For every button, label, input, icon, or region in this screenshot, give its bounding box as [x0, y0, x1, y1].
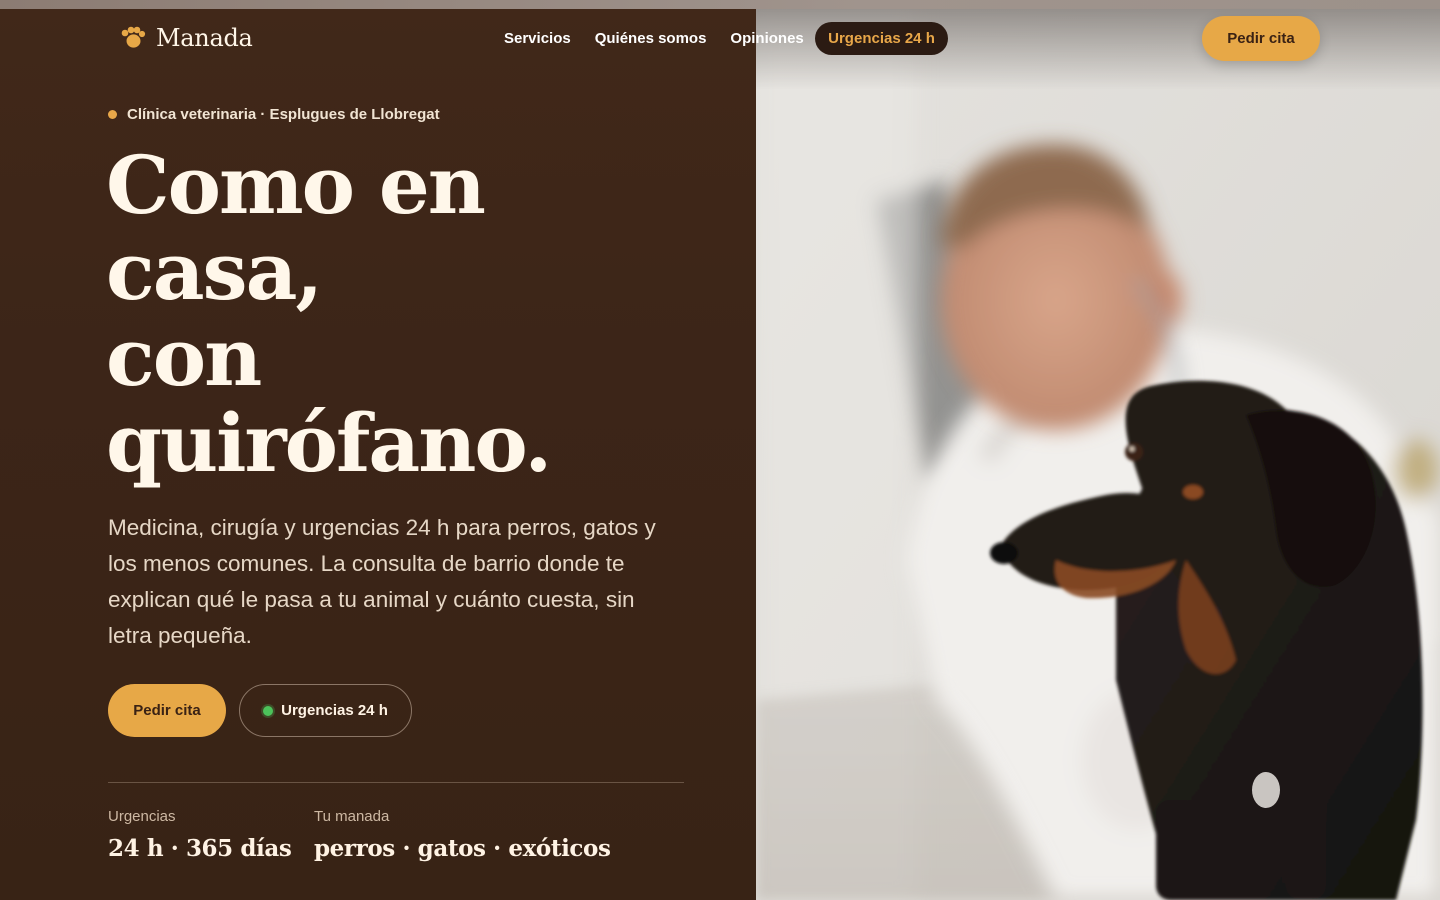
nav-link-opiniones[interactable]: Opiniones [730, 30, 803, 47]
nav-emergency-button[interactable]: Urgencias 24 h [815, 22, 948, 55]
hero-headline: Como en casa, con quirófano. [106, 142, 726, 486]
stat-tu-manada: Tu manada perros · gatos · exóticos [314, 808, 611, 862]
hero-divider [108, 782, 684, 783]
hero-eyebrow: Clínica veterinaria · Esplugues de Llobr… [108, 106, 440, 123]
stat-label: Tu manada [314, 808, 390, 825]
emergency-button-label: Urgencias 24 h [281, 702, 388, 719]
brand-logo[interactable]: Manada [120, 24, 253, 52]
browser-top-strip [0, 0, 1440, 9]
main-nav: Servicios Quiénes somos Opiniones [504, 22, 828, 55]
nav-link-quienes-somos[interactable]: Quiénes somos [595, 30, 707, 47]
eyebrow-text: Clínica veterinaria · Esplugues de Llobr… [127, 106, 440, 123]
nav-link-servicios[interactable]: Servicios [504, 30, 571, 47]
paw-icon [121, 26, 146, 48]
headline-line-4: quirófano. [106, 396, 552, 490]
headline-line-2: casa, [106, 224, 323, 318]
stat-label: Urgencias [108, 808, 176, 825]
hero-image [756, 0, 1440, 900]
hero-lead-paragraph: Medicina, cirugía y urgencias 24 h para … [108, 515, 656, 648]
nav-book-appointment-button[interactable]: Pedir cita [1202, 16, 1320, 61]
headline-line-3: con [106, 310, 262, 404]
stat-value: perros · gatos · exóticos [314, 835, 611, 862]
vet-with-dachshund-photo [756, 0, 1440, 900]
headline-line-1: Como en [106, 138, 486, 232]
stat-urgencias: Urgencias 24 h · 365 días [108, 808, 292, 862]
book-appointment-button[interactable]: Pedir cita [108, 684, 226, 737]
emergency-24h-button[interactable]: Urgencias 24 h [239, 684, 412, 737]
amber-dot-icon [108, 110, 117, 119]
brand-name: Manada [156, 24, 253, 52]
stat-value: 24 h · 365 días [108, 835, 292, 862]
status-dot-icon [263, 705, 274, 716]
